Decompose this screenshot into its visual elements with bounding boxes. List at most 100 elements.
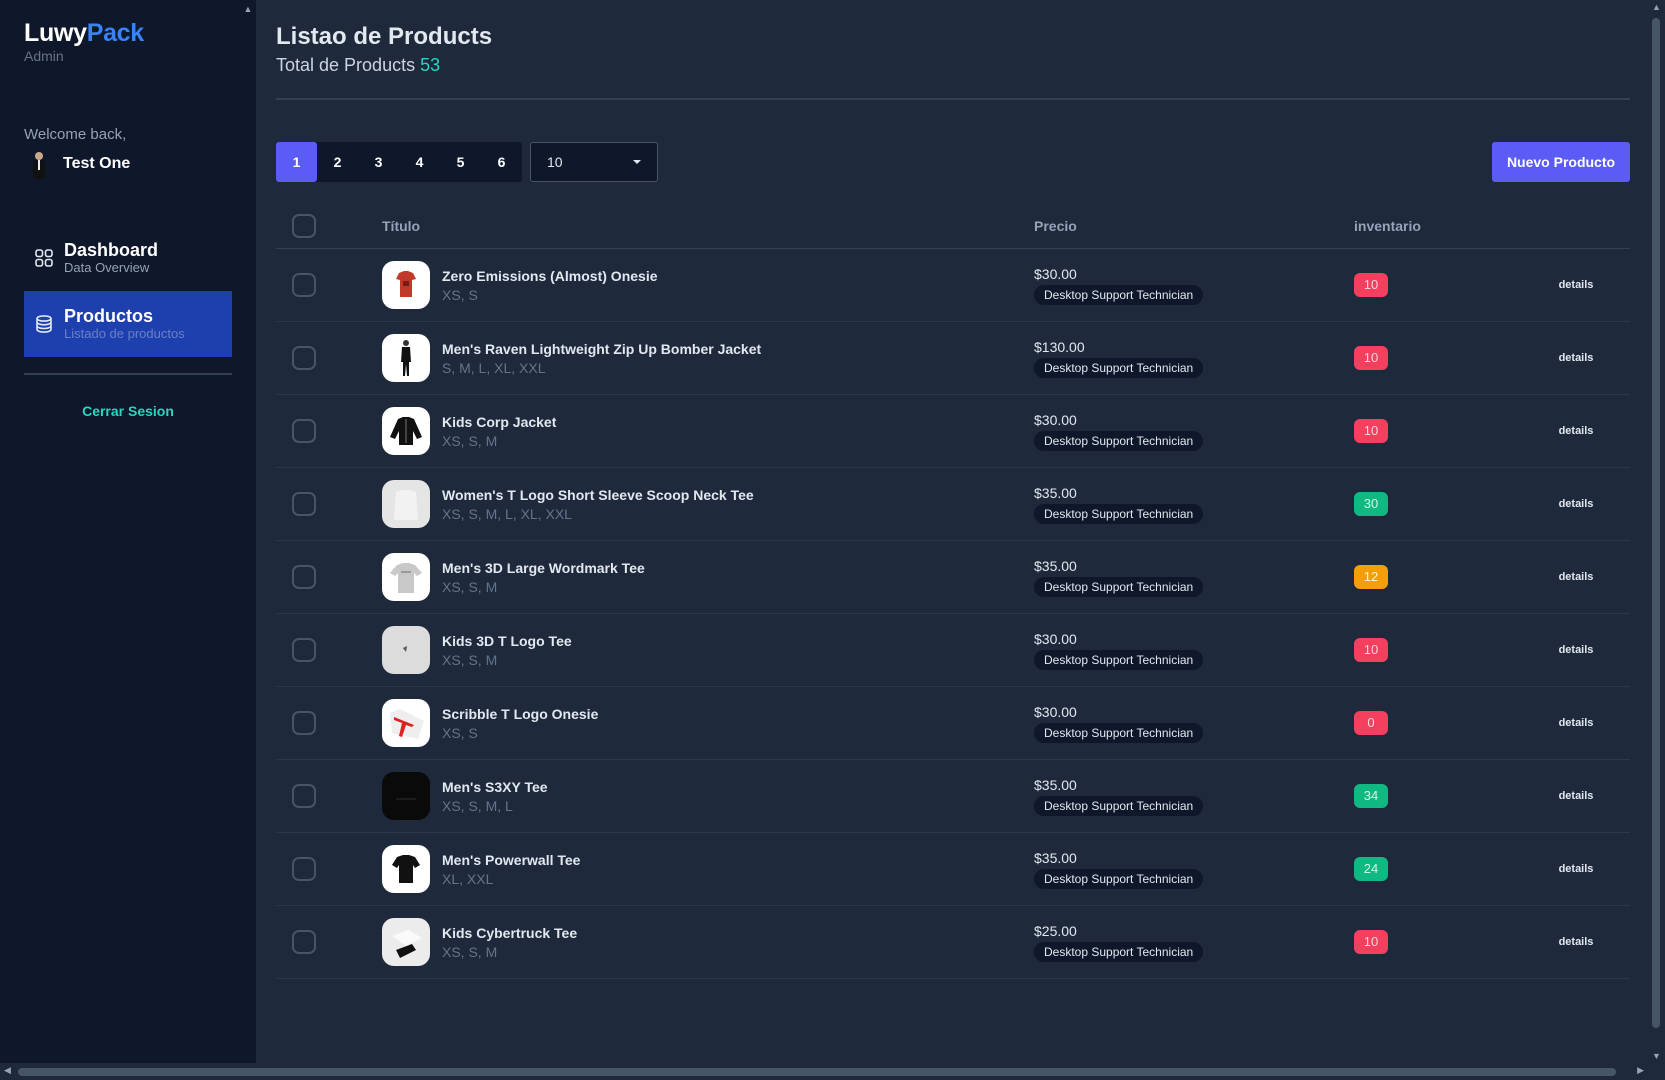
brand-logo[interactable]: LuwyPack (24, 18, 232, 48)
page-button-6[interactable]: 6 (481, 142, 522, 182)
details-link[interactable]: details (1522, 571, 1630, 583)
product-tag: Desktop Support Technician (1034, 722, 1204, 743)
scroll-right-icon[interactable]: ▶ (1637, 1065, 1644, 1076)
column-header-title[interactable]: Título (382, 218, 1034, 234)
product-sizes: XS, S (442, 724, 478, 741)
column-header-price[interactable]: Precio (1034, 218, 1354, 234)
details-link[interactable]: details (1522, 352, 1630, 364)
product-tag: Desktop Support Technician (1034, 430, 1204, 451)
product-thumbnail (382, 407, 430, 455)
table-row: Men's S3XY Tee XS, S, M, L $35.00 Deskto… (276, 760, 1630, 833)
product-tag: Desktop Support Technician (1034, 795, 1204, 816)
select-all-checkbox[interactable] (292, 214, 316, 238)
product-tag: Desktop Support Technician (1034, 503, 1204, 524)
stock-badge: 10 (1354, 638, 1388, 662)
table-row: Kids Cybertruck Tee XS, S, M $25.00 Desk… (276, 906, 1630, 979)
avatar (24, 149, 54, 179)
scroll-left-icon[interactable]: ◀ (4, 1065, 11, 1076)
main-content: Listao de Products Total de Products 53 … (276, 0, 1630, 979)
product-sizes: S, M, L, XL, XXL (442, 359, 546, 376)
column-header-stock[interactable]: inventario (1354, 218, 1522, 234)
details-link[interactable]: details (1522, 790, 1630, 802)
product-tag: Desktop Support Technician (1034, 868, 1204, 889)
vertical-scrollbar[interactable]: ▲ ▼ (1648, 0, 1665, 1063)
product-tag: Desktop Support Technician (1034, 357, 1204, 378)
sidebar-item-productos[interactable]: Productos Listado de productos (24, 291, 232, 357)
caret-down-icon (633, 160, 641, 164)
row-checkbox[interactable] (292, 930, 316, 954)
product-name: Scribble T Logo Onesie (442, 705, 599, 722)
product-thumbnail (382, 772, 430, 820)
page-button-5[interactable]: 5 (440, 142, 481, 182)
page-button-3[interactable]: 3 (358, 142, 399, 182)
row-checkbox[interactable] (292, 346, 316, 370)
sidebar: ▲ LuwyPack Admin Welcome back, Test One … (0, 0, 256, 1067)
product-name: Men's S3XY Tee (442, 778, 548, 795)
product-sizes: XS, S, M, L (442, 797, 513, 814)
details-link[interactable]: details (1522, 863, 1630, 875)
table-row: Zero Emissions (Almost) Onesie XS, S $30… (276, 249, 1630, 322)
stock-badge: 10 (1354, 419, 1388, 443)
product-sizes: XS, S, M (442, 432, 498, 449)
details-link[interactable]: details (1522, 425, 1630, 437)
details-link[interactable]: details (1522, 644, 1630, 656)
product-sizes: XS, S, M (442, 651, 498, 668)
table-row: Men's 3D Large Wordmark Tee XS, S, M $35… (276, 541, 1630, 614)
sidebar-item-dashboard[interactable]: Dashboard Data Overview (24, 225, 232, 291)
product-price: $25.00 (1034, 922, 1077, 939)
product-thumbnail (382, 261, 430, 309)
scrollbar-thumb[interactable] (18, 1068, 1616, 1076)
row-checkbox[interactable] (292, 784, 316, 808)
page-button-4[interactable]: 4 (399, 142, 440, 182)
product-thumbnail (382, 845, 430, 893)
row-checkbox[interactable] (292, 638, 316, 662)
product-thumbnail (382, 334, 430, 382)
product-price: $30.00 (1034, 411, 1077, 428)
user-profile: Test One (24, 149, 232, 179)
sidebar-item-label: Productos (64, 306, 154, 326)
scroll-up-icon[interactable]: ▲ (1648, 2, 1665, 12)
horizontal-scrollbar[interactable]: ◀ ▶ (0, 1063, 1648, 1080)
scrollbar-thumb[interactable] (1652, 18, 1660, 1028)
stock-badge: 30 (1354, 492, 1388, 516)
product-name: Women's T Logo Short Sleeve Scoop Neck T… (442, 486, 754, 503)
stock-badge: 34 (1354, 784, 1388, 808)
row-checkbox[interactable] (292, 492, 316, 516)
product-price: $35.00 (1034, 776, 1077, 793)
row-checkbox[interactable] (292, 565, 316, 589)
details-link[interactable]: details (1522, 279, 1630, 291)
scroll-up-icon[interactable]: ▲ (243, 4, 253, 14)
new-product-button[interactable]: Nuevo Producto (1492, 142, 1630, 182)
stock-badge: 0 (1354, 711, 1388, 735)
details-link[interactable]: details (1522, 498, 1630, 510)
page-button-2[interactable]: 2 (317, 142, 358, 182)
total-label: Total de Products (276, 55, 416, 75)
product-price: $30.00 (1034, 630, 1077, 647)
brand-name-part1: Luwy (24, 19, 87, 47)
details-link[interactable]: details (1522, 936, 1630, 948)
grid-icon (35, 249, 53, 267)
row-checkbox[interactable] (292, 711, 316, 735)
product-name: Men's Powerwall Tee (442, 851, 581, 868)
product-name: Kids 3D T Logo Tee (442, 632, 572, 649)
brand-name-part2: Pack (86, 19, 144, 47)
product-sizes: XS, S, M (442, 943, 498, 960)
row-checkbox[interactable] (292, 419, 316, 443)
row-checkbox[interactable] (292, 857, 316, 881)
stock-badge: 12 (1354, 565, 1388, 589)
welcome-text: Welcome back, (24, 126, 127, 143)
page-button-1[interactable]: 1 (276, 142, 317, 182)
details-link[interactable]: details (1522, 717, 1630, 729)
product-sizes: XS, S, M (442, 578, 498, 595)
product-name: Kids Cybertruck Tee (442, 924, 578, 941)
stock-badge: 10 (1354, 930, 1388, 954)
row-checkbox[interactable] (292, 273, 316, 297)
product-name: Zero Emissions (Almost) Onesie (442, 267, 658, 284)
product-thumbnail (382, 480, 430, 528)
per-page-select[interactable]: 10 (530, 142, 658, 182)
logout-link[interactable]: Cerrar Sesion (24, 403, 232, 419)
product-sizes: XL, XXL (442, 870, 494, 887)
scroll-down-icon[interactable]: ▼ (1648, 1051, 1665, 1061)
table-header: Título Precio inventario (276, 204, 1630, 249)
product-tag: Desktop Support Technician (1034, 941, 1204, 962)
